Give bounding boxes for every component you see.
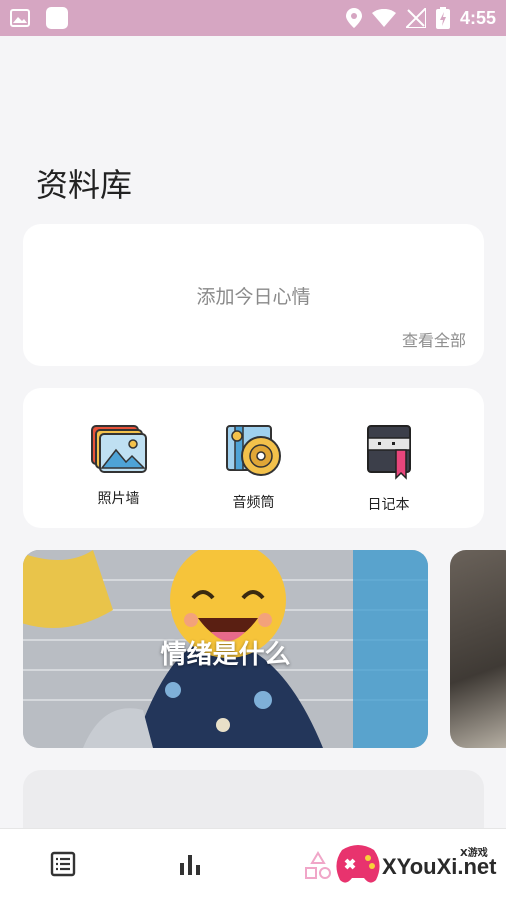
nav-library[interactable] bbox=[50, 851, 76, 881]
app-notification-icon bbox=[46, 7, 68, 29]
audio-disc-icon bbox=[225, 425, 281, 476]
feature-label: 音频筒 bbox=[232, 495, 275, 511]
location-icon bbox=[345, 8, 362, 28]
feature-label: 照片墙 bbox=[97, 491, 140, 507]
list-icon bbox=[50, 851, 76, 877]
features-card: 照片墙 音频筒 日记本 bbox=[23, 388, 484, 528]
diary-book-icon bbox=[366, 425, 411, 480]
nav-discover[interactable] bbox=[304, 851, 332, 885]
add-mood-button[interactable]: 添加今日心情 bbox=[23, 282, 484, 309]
wifi-icon bbox=[371, 9, 396, 27]
watermark-logo: X游戏 XYouXi.net bbox=[330, 842, 500, 892]
feature-label: 日记本 bbox=[367, 497, 410, 513]
gallery-notification-icon bbox=[10, 9, 30, 27]
banner-title: 情绪是什么 bbox=[160, 640, 291, 670]
status-time: 4:55 bbox=[459, 7, 496, 28]
shapes-icon bbox=[305, 851, 331, 879]
status-bar: 4:55 bbox=[0, 0, 506, 36]
battery-icon bbox=[435, 7, 450, 29]
nav-stats[interactable] bbox=[178, 851, 202, 881]
next-banner-preview[interactable] bbox=[450, 550, 506, 748]
bar-chart-icon bbox=[180, 855, 200, 875]
gamepad-logo-icon bbox=[336, 845, 380, 883]
no-signal-icon bbox=[405, 8, 426, 28]
feature-audio[interactable]: 音频筒 bbox=[204, 388, 304, 528]
watermark-text: XYouXi.net bbox=[382, 854, 497, 879]
mood-card: 添加今日心情 查看全部 bbox=[23, 224, 484, 366]
feature-diary[interactable]: 日记本 bbox=[339, 388, 439, 528]
feature-photo-wall[interactable]: 照片墙 bbox=[69, 388, 169, 528]
article-banner[interactable]: 情绪是什么 bbox=[23, 550, 428, 748]
page-title: 资料库 bbox=[36, 166, 133, 204]
view-all-link[interactable]: 查看全部 bbox=[402, 327, 466, 351]
photo-wall-icon bbox=[90, 425, 147, 473]
